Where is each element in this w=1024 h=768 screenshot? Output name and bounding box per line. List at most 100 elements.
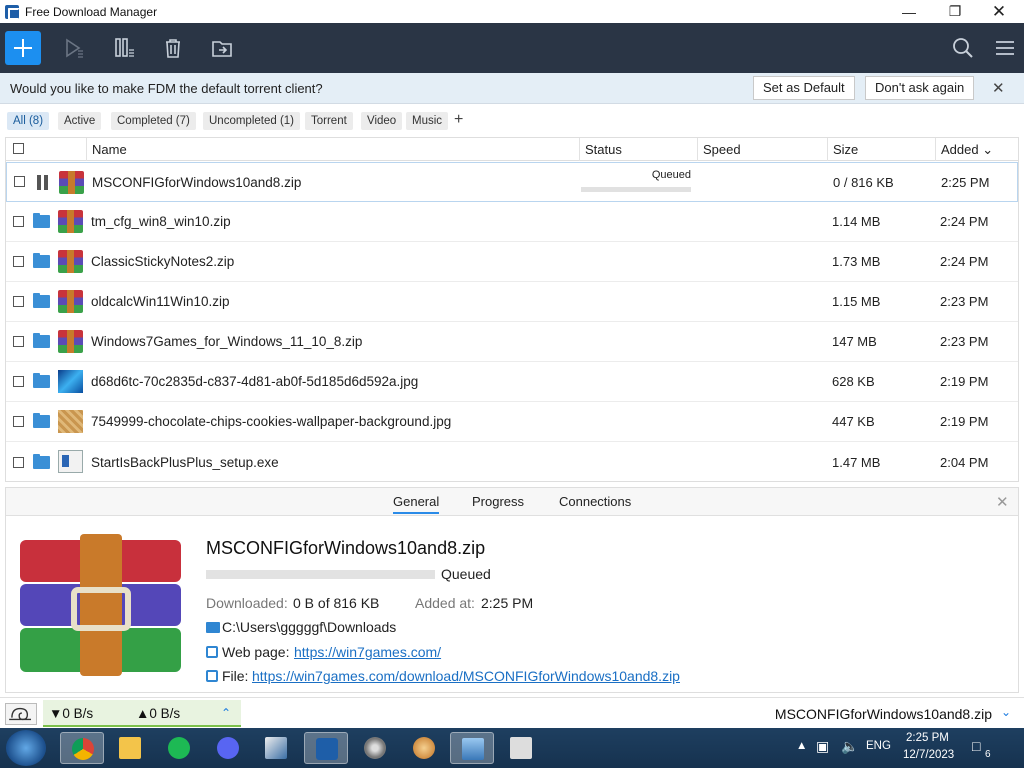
- details-close-icon[interactable]: ✕: [996, 493, 1009, 511]
- file-link[interactable]: https://win7games.com/download/MSCONFIGf…: [252, 668, 680, 684]
- column-speed[interactable]: Speed: [697, 138, 827, 161]
- tab-progress[interactable]: Progress: [472, 494, 524, 509]
- table-row[interactable]: Windows7Games_for_Windows_11_10_8.zip 14…: [6, 322, 1018, 362]
- image-editor-taskbar-icon[interactable]: [254, 732, 298, 764]
- added-time: 2:24 PM: [940, 254, 989, 269]
- image-thumbnail-icon: [58, 410, 83, 433]
- added-time: 2:25 PM: [941, 175, 990, 190]
- set-as-default-button[interactable]: Set as Default: [753, 76, 855, 100]
- rar-archive-icon: [58, 330, 83, 353]
- menu-icon[interactable]: [994, 37, 1016, 59]
- fdm-taskbar-icon[interactable]: [304, 732, 348, 764]
- calculator-taskbar-icon[interactable]: [499, 732, 543, 764]
- file-label: File:: [222, 668, 249, 684]
- open-folder-icon[interactable]: [33, 373, 50, 388]
- download-folder-path[interactable]: C:\Users\gggggf\Downloads: [222, 619, 396, 635]
- row-checkbox[interactable]: [13, 336, 24, 347]
- table-header: Name Status Speed Size Added ⌄: [6, 138, 1018, 161]
- filter-video[interactable]: Video: [361, 112, 403, 130]
- close-window-button[interactable]: ✕: [976, 0, 1022, 23]
- table-row[interactable]: StartIsBackPlusPlus_setup.exe 1.47 MB 2:…: [6, 442, 1018, 482]
- added-time: 2:24 PM: [940, 214, 989, 229]
- filter-uncompleted[interactable]: Uncompleted (1): [203, 112, 301, 130]
- selected-file-name: MSCONFIGforWindows10and8.zip: [206, 538, 486, 558]
- select-all-checkbox[interactable]: [13, 143, 24, 154]
- speed-indicator[interactable]: ▼0 B/s ▲0 B/s ⌃: [43, 700, 241, 727]
- webpage-link[interactable]: https://win7games.com/: [294, 644, 441, 660]
- row-checkbox[interactable]: [13, 457, 24, 468]
- filter-torrent[interactable]: Torrent: [305, 112, 353, 130]
- show-hidden-icons-icon[interactable]: ▲: [796, 740, 807, 752]
- spotify-taskbar-icon[interactable]: [157, 732, 201, 764]
- banner-close-icon[interactable]: ✕: [992, 79, 1005, 97]
- row-checkbox[interactable]: [13, 376, 24, 387]
- row-checkbox[interactable]: [13, 416, 24, 427]
- chevron-up-icon[interactable]: ⌃: [221, 706, 231, 720]
- column-added[interactable]: Added ⌄: [935, 138, 1018, 161]
- column-size[interactable]: Size: [827, 138, 935, 161]
- added-time: 2:23 PM: [940, 294, 989, 309]
- language-indicator[interactable]: ENG: [866, 740, 891, 752]
- tab-connections[interactable]: Connections: [559, 494, 631, 509]
- add-download-button[interactable]: [5, 31, 41, 65]
- volume-icon[interactable]: 🔈: [841, 738, 858, 755]
- added-time: 2:19 PM: [940, 374, 989, 389]
- table-row[interactable]: 7549999-chocolate-chips-cookies-wallpape…: [6, 402, 1018, 442]
- trash-icon[interactable]: [162, 37, 184, 59]
- start-button[interactable]: [6, 730, 46, 766]
- file-size: 0 / 816 KB: [833, 175, 894, 190]
- network-icon[interactable]: ▣: [816, 738, 829, 755]
- table-row[interactable]: MSCONFIGforWindows10and8.zip Queued 0 / …: [6, 162, 1018, 202]
- rar-archive-icon: [58, 250, 83, 273]
- discord-taskbar-icon[interactable]: [206, 732, 250, 764]
- media-player-taskbar-icon[interactable]: [353, 732, 397, 764]
- open-folder-icon[interactable]: [33, 213, 50, 228]
- toolbar: [0, 23, 1024, 73]
- file-explorer-taskbar-icon[interactable]: [108, 732, 152, 764]
- speed-limiter-snail-icon[interactable]: [5, 703, 37, 725]
- upload-speed: ▲0 B/s: [136, 706, 181, 721]
- row-checkbox[interactable]: [13, 256, 24, 267]
- details-progress-bar: [206, 570, 435, 579]
- file-name: 7549999-chocolate-chips-cookies-wallpape…: [91, 414, 452, 429]
- chevron-down-icon[interactable]: ⌄: [1001, 705, 1011, 719]
- filter-completed[interactable]: Completed (7): [111, 112, 196, 130]
- clock-date[interactable]: 12/7/2023: [903, 749, 954, 761]
- folder-icon[interactable]: [206, 622, 220, 633]
- add-filter-icon[interactable]: +: [454, 112, 463, 128]
- pause-all-icon[interactable]: [114, 37, 136, 59]
- filter-music[interactable]: Music: [406, 112, 449, 130]
- filter-all[interactable]: All (8): [7, 112, 50, 130]
- action-center-icon[interactable]: □: [972, 738, 980, 754]
- filter-active[interactable]: Active: [58, 112, 102, 130]
- minimize-button[interactable]: —: [886, 0, 932, 23]
- media-app-taskbar-icon[interactable]: [402, 732, 446, 764]
- tab-general[interactable]: General: [393, 494, 440, 514]
- table-row[interactable]: oldcalcWin11Win10.zip 1.15 MB 2:23 PM: [6, 282, 1018, 322]
- pause-icon[interactable]: [37, 175, 49, 190]
- table-row[interactable]: d68d6tc-70c2835d-c837-4d81-ab0f-5d185d6d…: [6, 362, 1018, 402]
- table-row[interactable]: ClassicStickyNotes2.zip 1.73 MB 2:24 PM: [6, 242, 1018, 282]
- file-size: 1.47 MB: [832, 455, 881, 470]
- row-checkbox[interactable]: [13, 216, 24, 227]
- table-row[interactable]: tm_cfg_win8_win10.zip 1.14 MB 2:24 PM: [6, 202, 1018, 242]
- column-name[interactable]: Name: [86, 138, 579, 161]
- row-checkbox[interactable]: [13, 296, 24, 307]
- search-icon[interactable]: [952, 37, 974, 59]
- open-folder-icon[interactable]: [33, 454, 50, 469]
- clock-time[interactable]: 2:25 PM: [906, 732, 949, 744]
- chrome-taskbar-icon[interactable]: [60, 732, 104, 764]
- dont-ask-again-button[interactable]: Don't ask again: [865, 76, 975, 100]
- move-folder-icon[interactable]: [211, 37, 233, 59]
- restore-button[interactable]: ❐: [932, 0, 978, 23]
- open-folder-icon[interactable]: [33, 293, 50, 308]
- file-size: 1.15 MB: [832, 294, 881, 309]
- details-panel: General Progress Connections ✕ MSCONFIGf…: [5, 487, 1019, 693]
- resume-icon[interactable]: [63, 37, 85, 59]
- column-status[interactable]: Status: [579, 138, 697, 161]
- open-folder-icon[interactable]: [33, 253, 50, 268]
- open-folder-icon[interactable]: [33, 333, 50, 348]
- photos-taskbar-icon[interactable]: [450, 732, 494, 764]
- row-checkbox[interactable]: [14, 176, 25, 187]
- open-folder-icon[interactable]: [33, 413, 50, 428]
